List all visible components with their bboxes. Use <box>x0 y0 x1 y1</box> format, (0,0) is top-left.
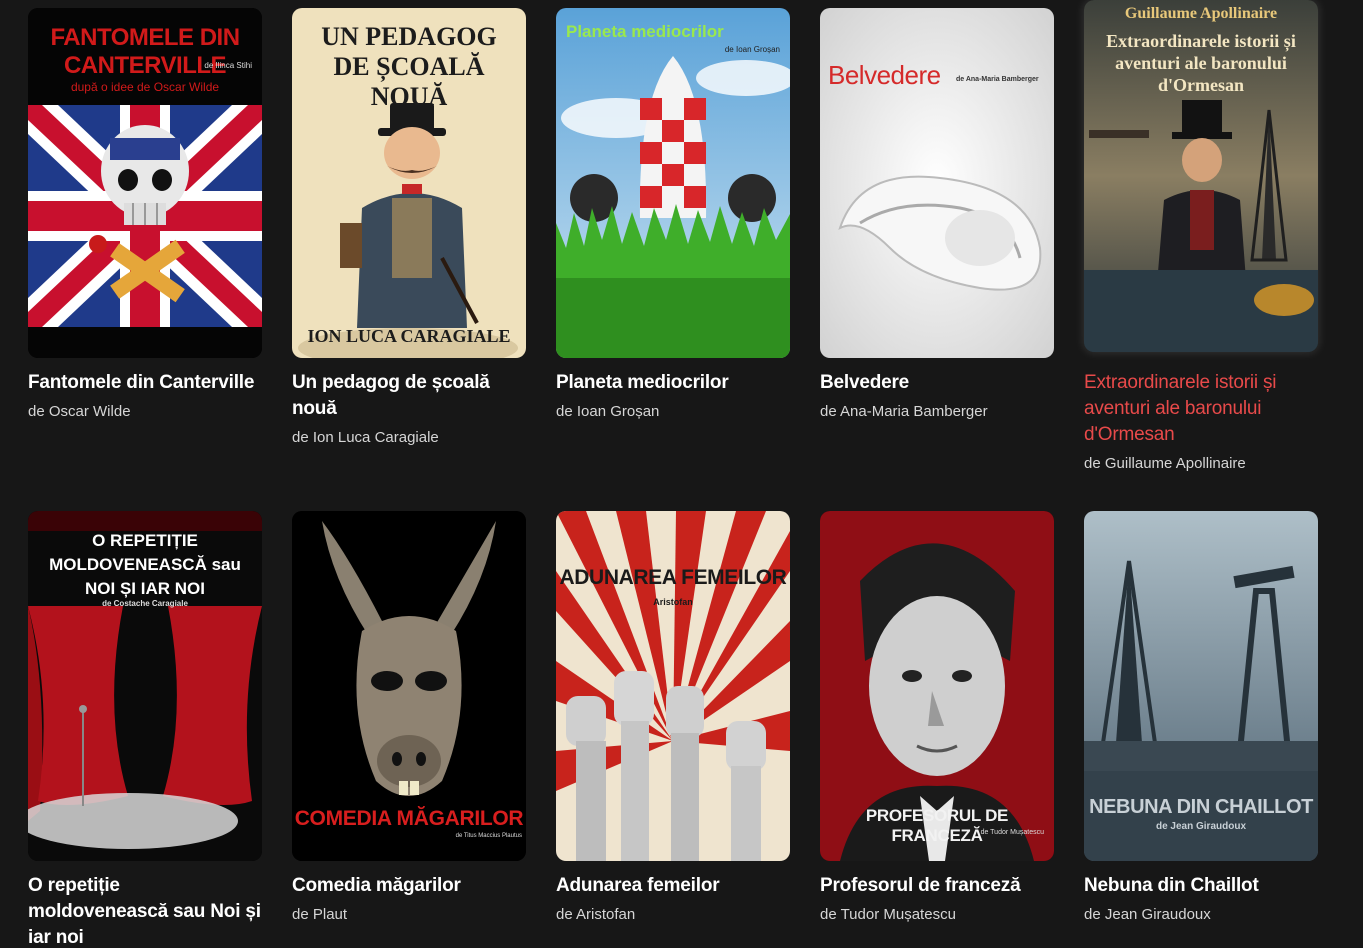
play-poster[interactable]: ADUNAREA FEMEILOR Aristofan <box>556 511 790 861</box>
play-poster[interactable]: NEBUNA DIN CHAILLOT de Jean Giraudoux <box>1084 511 1318 861</box>
play-poster[interactable]: PROFESORUL DE FRANCEZĂ de Tudor Mușatesc… <box>820 511 1054 861</box>
play-title[interactable]: Un pedagog de școală nouă <box>292 370 526 422</box>
play-poster[interactable]: FANTOMELE DIN CANTERVILLE de Ilinca Stih… <box>28 8 262 358</box>
man-portrait-icon <box>820 511 1054 861</box>
play-title[interactable]: Profesorul de franceză <box>820 873 1054 899</box>
play-card[interactable]: Belvedere de Ana-Maria Bamberger Belvede… <box>820 8 1054 422</box>
play-poster[interactable]: Guillaume Apollinaire Extraordinarele is… <box>1084 0 1318 352</box>
play-title[interactable]: Adunarea femeilor <box>556 873 790 899</box>
mustached-teacher-caricature-icon <box>292 8 526 358</box>
play-author: de Guillaume Apollinaire <box>1084 455 1246 472</box>
raised-fists-icon <box>556 511 790 861</box>
theater-curtain-stage-icon <box>28 511 262 861</box>
play-title[interactable]: Extraordinarele istorii și aventuri ale … <box>1084 370 1318 448</box>
play-card-hovered[interactable]: Guillaume Apollinaire Extraordinarele is… <box>1084 0 1318 474</box>
play-poster[interactable]: UN PEDAGOG DE ȘCOALĂ NOUĂ ION LUCA CARAG… <box>292 8 526 358</box>
play-author: de Oscar Wilde <box>28 403 131 420</box>
play-title[interactable]: Planeta mediocrilor <box>556 370 790 396</box>
top-hat-gentleman-eiffel-icon <box>1084 0 1318 352</box>
play-author: de Ana-Maria Bamberger <box>820 403 988 420</box>
play-card[interactable]: UN PEDAGOG DE ȘCOALĂ NOUĂ ION LUCA CARAG… <box>292 8 526 448</box>
play-poster[interactable]: Belvedere de Ana-Maria Bamberger <box>820 8 1054 358</box>
play-card[interactable]: COMEDIA MĂGARILOR de Titus Maccius Plaut… <box>292 511 526 925</box>
play-poster[interactable]: O REPETIȚIE MOLDOVENEASCĂ sau NOI ȘI IAR… <box>28 511 262 861</box>
play-author: de Ion Luca Caragiale <box>292 429 439 446</box>
play-card[interactable]: FANTOMELE DIN CANTERVILLE de Ilinca Stih… <box>28 8 262 422</box>
play-author: de Tudor Mușatescu <box>820 906 956 923</box>
plays-grid: FANTOMELE DIN CANTERVILLE de Ilinca Stih… <box>0 0 1363 948</box>
play-title[interactable]: O repetiție moldovenească sau Noi și iar… <box>28 873 262 948</box>
play-card[interactable]: O REPETIȚIE MOLDOVENEASCĂ sau NOI ȘI IAR… <box>28 511 262 948</box>
mobius-ribbon-icon <box>820 8 1054 358</box>
play-poster[interactable]: Planeta mediocrilor de Ioan Groșan <box>556 8 790 358</box>
play-author: de Jean Giraudoux <box>1084 906 1211 923</box>
play-author: de Plaut <box>292 906 348 923</box>
donkey-mask-icon <box>292 511 526 861</box>
play-title[interactable]: Fantomele din Canterville <box>28 370 262 396</box>
play-title[interactable]: Belvedere <box>820 370 1054 396</box>
eiffel-oil-pump-icon <box>1084 511 1318 861</box>
play-poster[interactable]: COMEDIA MĂGARILOR de Titus Maccius Plaut… <box>292 511 526 861</box>
play-author: de Aristofan <box>556 906 636 923</box>
play-author: de Ioan Groșan <box>556 403 660 420</box>
play-card[interactable]: Planeta mediocrilor de Ioan Groșan Plane… <box>556 8 790 422</box>
union-jack-skull-icon <box>28 8 262 358</box>
play-title[interactable]: Nebuna din Chaillot <box>1084 873 1318 899</box>
play-card[interactable]: NEBUNA DIN CHAILLOT de Jean Giraudoux Ne… <box>1084 511 1318 925</box>
play-card[interactable]: PROFESORUL DE FRANCEZĂ de Tudor Mușatesc… <box>820 511 1054 925</box>
checkered-rocket-icon <box>556 8 790 358</box>
play-title[interactable]: Comedia măgarilor <box>292 873 526 899</box>
play-card[interactable]: ADUNAREA FEMEILOR Aristofan Adunarea fem… <box>556 511 790 925</box>
